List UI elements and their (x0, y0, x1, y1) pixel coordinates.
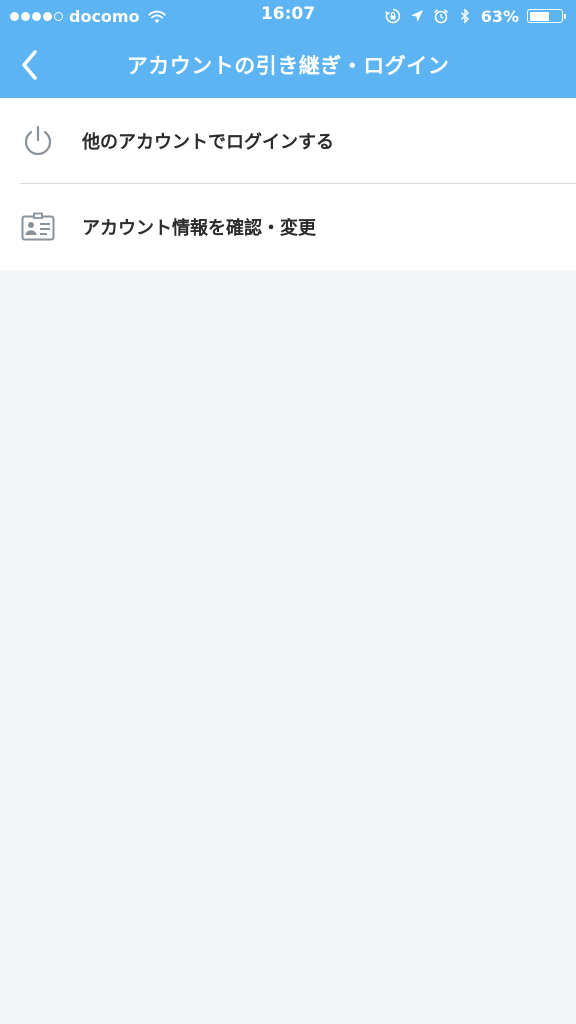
battery-cap (564, 13, 566, 19)
battery-fill (529, 11, 550, 21)
battery-percentage: 63% (480, 6, 519, 26)
screen: docomo 16:07 63% アカウントの引き継ぎ・ログイン 他のアカウント… (0, 0, 576, 1024)
page-title: アカウントの引き継ぎ・ログイン (126, 54, 450, 78)
orientation-lock-icon (384, 8, 401, 24)
login-other-account-item[interactable]: 他のアカウントでログインする (0, 98, 576, 184)
menu-item-label: 他のアカウントでログインする (82, 132, 334, 153)
menu-list: 他のアカウントでログインする アカウント情報を確認・変更 (0, 98, 576, 270)
header: docomo 16:07 63% アカウントの引き継ぎ・ログイン (0, 0, 576, 98)
back-button[interactable] (14, 48, 44, 82)
bluetooth-icon (457, 8, 473, 24)
power-icon (20, 123, 56, 159)
battery-icon (527, 9, 566, 23)
status-bar-right: 63% (384, 5, 566, 27)
id-card-icon (20, 209, 56, 245)
navigation-bar: アカウントの引き継ぎ・ログイン (0, 32, 576, 98)
account-info-item[interactable]: アカウント情報を確認・変更 (0, 184, 576, 270)
location-arrow-icon (409, 8, 425, 24)
chevron-left-icon (22, 50, 37, 80)
status-bar: docomo 16:07 63% (0, 0, 576, 32)
battery-body (527, 9, 563, 23)
menu-item-label: アカウント情報を確認・変更 (82, 218, 316, 239)
alarm-icon (433, 8, 449, 24)
